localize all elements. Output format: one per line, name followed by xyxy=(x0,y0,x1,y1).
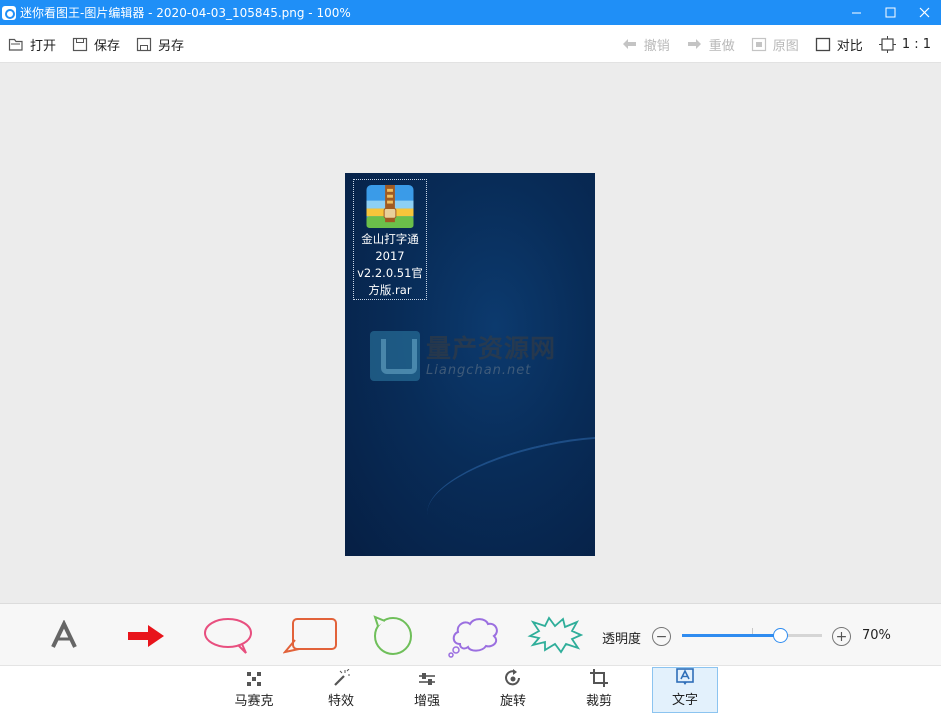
opacity-slider-handle[interactable] xyxy=(773,628,788,643)
file-label-line-3: v2.2.0.51官 xyxy=(357,266,423,280)
open-label: 打开 xyxy=(30,38,57,54)
maximize-button[interactable] xyxy=(873,0,907,25)
undo-label: 撤销 xyxy=(643,38,670,54)
opacity-slider-fill xyxy=(682,634,780,637)
tool-rotate[interactable]: 旋转 xyxy=(480,667,546,713)
opacity-slider-tick xyxy=(752,628,753,634)
image-canvas[interactable]: 金山打字通 2017 v2.2.0.51官 方版.rar 量产资源网 Liang… xyxy=(0,63,941,603)
wallpaper-light-streak xyxy=(418,416,595,556)
annotation-options-bar: 透明度 − + 70% xyxy=(0,603,941,666)
undo-button[interactable]: 撤销 xyxy=(613,25,678,63)
actual-size-button[interactable]: 1 : 1 xyxy=(871,25,939,63)
minimize-button[interactable] xyxy=(839,0,873,25)
original-image-icon xyxy=(751,37,766,51)
save-as-button[interactable]: 另存 xyxy=(128,25,192,63)
tool-text[interactable]: 文字 xyxy=(652,667,718,713)
mosaic-icon xyxy=(247,672,261,686)
file-label-line-2: 2017 xyxy=(375,249,405,263)
minus-icon: − xyxy=(655,628,668,645)
minimize-icon xyxy=(851,12,861,14)
oval-speech-bubble-icon xyxy=(204,618,252,654)
rect-bubble-option[interactable] xyxy=(282,616,339,660)
tool-effects[interactable]: 特效 xyxy=(308,667,374,713)
edited-image[interactable]: 金山打字通 2017 v2.2.0.51官 方版.rar 量产资源网 Liang… xyxy=(345,173,595,556)
burst-bubble-option[interactable] xyxy=(527,616,584,658)
title-bar: 迷你看图王-图片编辑器 - 2020-04-03_105845.png - 10… xyxy=(0,0,941,25)
tool-enhance[interactable]: 增强 xyxy=(394,667,460,713)
maximize-icon xyxy=(885,7,895,18)
watermark-logo-icon xyxy=(370,331,420,381)
thought-cloud-icon xyxy=(448,618,498,658)
actual-size-label: 1 : 1 xyxy=(901,36,931,52)
original-image-label: 原图 xyxy=(772,38,799,54)
plus-icon: + xyxy=(835,628,848,645)
redo-label: 重做 xyxy=(708,38,735,54)
redo-button[interactable]: 重做 xyxy=(678,25,743,63)
opacity-decrease-button[interactable]: − xyxy=(652,627,671,646)
watermark: 量产资源网 Liangchan.net xyxy=(370,331,556,381)
undo-arrow-icon xyxy=(622,39,636,49)
compare-icon xyxy=(815,37,830,51)
circle-bubble-option[interactable] xyxy=(372,614,414,660)
compare-button[interactable]: 对比 xyxy=(807,25,871,63)
file-label-line-4: 方版.rar xyxy=(368,283,412,297)
desktop-file-label: 金山打字通 2017 v2.2.0.51官 方版.rar xyxy=(357,231,423,299)
actual-size-icon xyxy=(878,35,896,53)
edit-tools-bar: 马赛克 特效 增强 旋转 裁剪 文字 xyxy=(0,666,941,714)
text-style-option[interactable] xyxy=(48,619,80,654)
tool-enhance-label: 增强 xyxy=(413,694,440,709)
compare-label: 对比 xyxy=(836,38,863,54)
main-toolbar: 打开 保存 另存 撤销 重做 原图 对比 1 : 1 xyxy=(0,25,941,63)
file-label-line-1: 金山打字通 xyxy=(361,232,419,246)
crop-icon xyxy=(590,669,608,687)
save-as-label: 另存 xyxy=(158,38,185,54)
cloud-bubble-option[interactable] xyxy=(448,614,502,662)
opacity-label: 透明度 xyxy=(602,632,642,647)
save-label: 保存 xyxy=(94,38,121,54)
magic-wand-icon xyxy=(334,669,350,686)
open-button[interactable]: 打开 xyxy=(0,25,64,63)
rotate-icon xyxy=(505,669,520,686)
rar-archive-icon xyxy=(366,184,414,229)
window-title: 迷你看图王-图片编辑器 - 2020-04-03_105845.png - 10… xyxy=(20,6,351,20)
close-icon xyxy=(919,7,929,18)
tool-text-label: 文字 xyxy=(671,693,698,708)
original-image-button[interactable]: 原图 xyxy=(743,25,807,63)
oval-bubble-option[interactable] xyxy=(202,616,254,660)
tool-crop-label: 裁剪 xyxy=(585,694,612,709)
save-icon xyxy=(72,37,88,51)
tool-rotate-label: 旋转 xyxy=(499,694,526,709)
redo-arrow-icon xyxy=(687,39,701,49)
opacity-increase-button[interactable]: + xyxy=(832,627,851,646)
round-speech-bubble-icon xyxy=(373,615,412,655)
tool-effects-label: 特效 xyxy=(327,694,354,709)
save-button[interactable]: 保存 xyxy=(64,25,128,63)
letter-a-icon xyxy=(51,619,77,648)
text-box-icon xyxy=(676,668,694,685)
tool-crop[interactable]: 裁剪 xyxy=(566,667,632,713)
adjust-sliders-icon xyxy=(419,673,435,685)
watermark-title: 量产资源网 xyxy=(426,333,557,363)
tool-mosaic[interactable]: 马赛克 xyxy=(221,667,287,713)
app-logo-icon xyxy=(2,5,16,20)
tool-mosaic-label: 马赛克 xyxy=(234,694,274,709)
watermark-url: Liangchan.net xyxy=(426,362,532,378)
save-as-icon xyxy=(136,37,152,51)
red-arrow-icon xyxy=(128,625,164,647)
open-folder-icon xyxy=(8,38,23,51)
opacity-slider[interactable] xyxy=(682,628,822,643)
close-button[interactable] xyxy=(907,0,941,25)
arrow-option[interactable] xyxy=(126,622,166,654)
opacity-value: 70% xyxy=(862,628,891,643)
rect-speech-bubble-icon xyxy=(282,618,337,654)
explosion-bubble-icon xyxy=(527,616,584,654)
desktop-file-icon: 金山打字通 2017 v2.2.0.51官 方版.rar xyxy=(353,179,427,300)
